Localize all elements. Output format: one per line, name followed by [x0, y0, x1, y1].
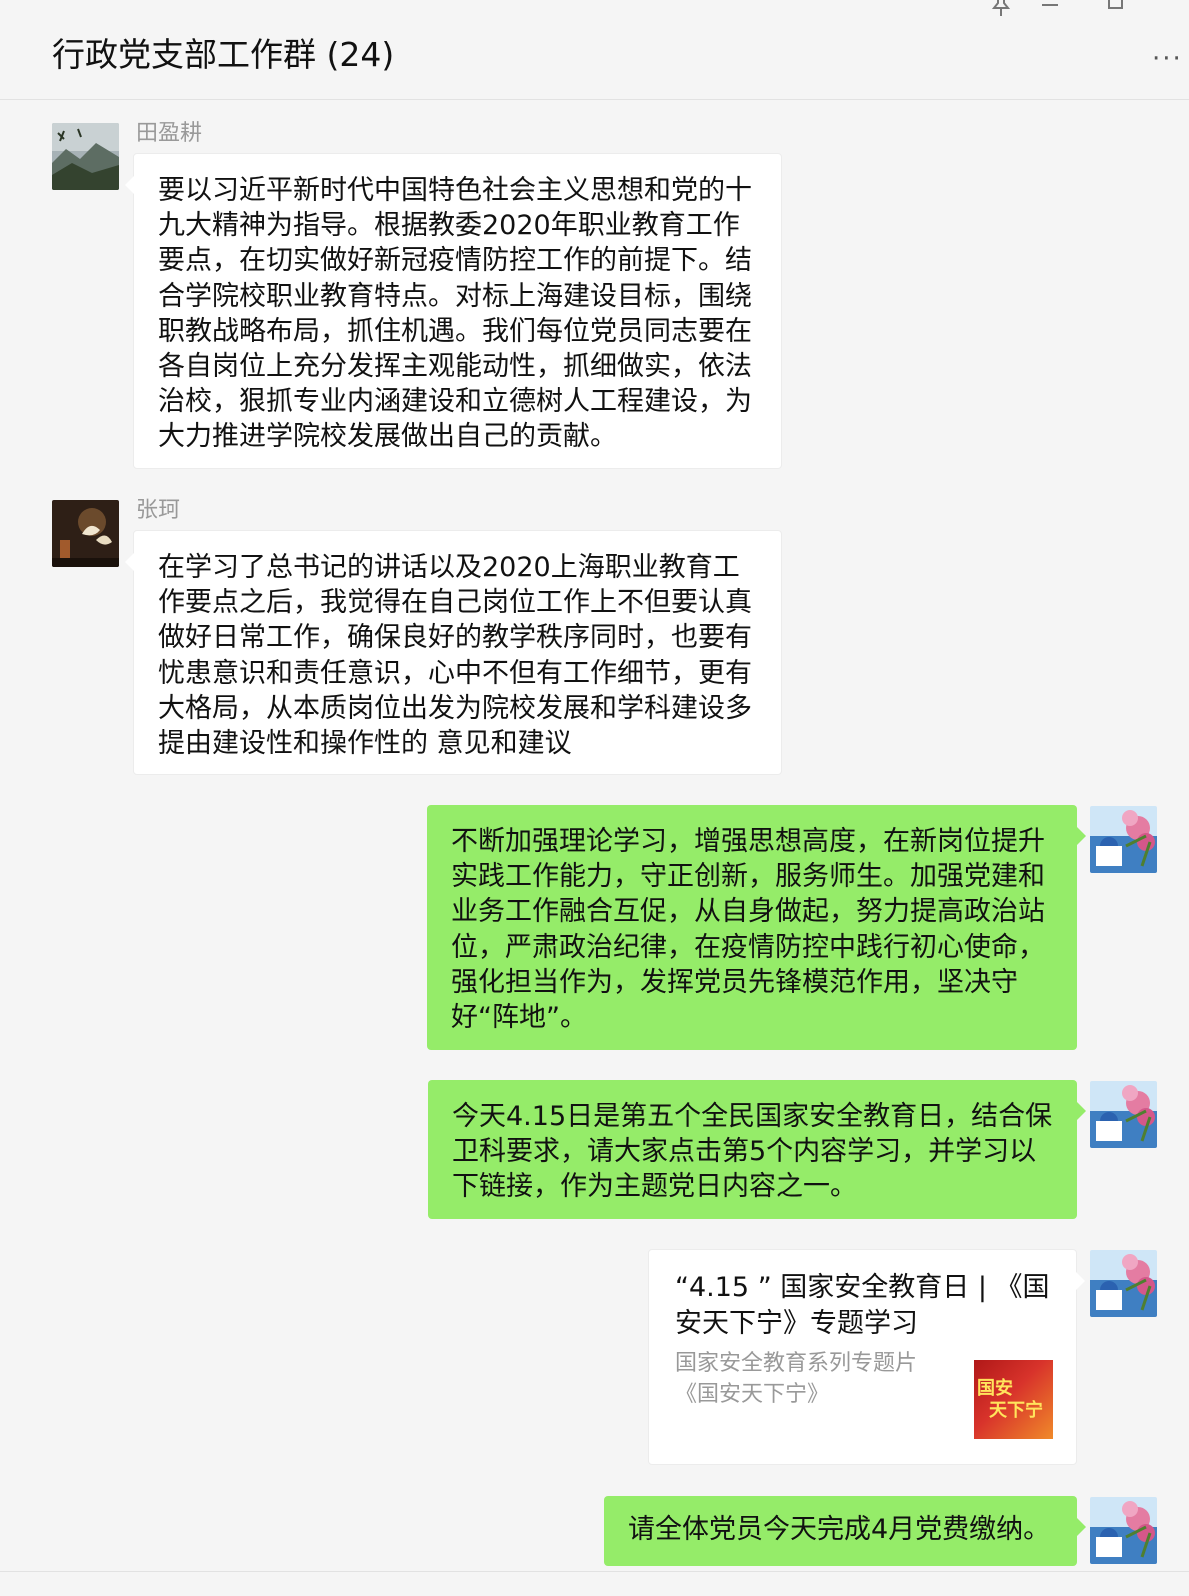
sender-avatar[interactable]	[52, 123, 119, 190]
more-options-button[interactable]: ···	[1152, 44, 1183, 74]
message-bubble[interactable]: 今天4.15日是第五个全民国家安全教育日，结合保卫科要求，请大家点击第5个内容学…	[428, 1080, 1086, 1219]
message-bubble[interactable]: 请全体党员今天完成4月党费缴纳。	[604, 1496, 1086, 1566]
input-toolbar[interactable]	[0, 1571, 1189, 1596]
maximize-icon[interactable]	[1108, 0, 1123, 9]
link-card[interactable]: “4.15 ” 国家安全教育日 | 《国安天下宁》专题学习 国家安全教育系列专题…	[648, 1249, 1085, 1465]
my-avatar[interactable]	[1090, 806, 1157, 873]
link-title: “4.15 ” 国家安全教育日 | 《国安天下宁》专题学习	[675, 1272, 1050, 1339]
my-avatar[interactable]	[1090, 1081, 1157, 1148]
message-bubble[interactable]: 不断加强理论学习，增强思想高度，在新岗位提升实践工作能力，守正创新，服务师生。加…	[427, 805, 1086, 1050]
link-thumbnail: 国安 天下宁	[974, 1360, 1053, 1439]
message-list[interactable]: 田盈耕 要以习近平新时代中国特色社会主义思想和党的十九大精神为指导。根据教委20…	[0, 101, 1189, 1571]
message-bubble[interactable]: 在学习了总书记的讲话以及2020上海职业教育工作要点之后，我觉得在自己岗位工作上…	[125, 530, 782, 775]
my-avatar[interactable]	[1090, 1250, 1157, 1317]
thumbnail-text: 天下宁	[989, 1400, 1043, 1421]
link-description: 国家安全教育系列专题片《国安天下宁》	[675, 1351, 918, 1407]
chat-title: 行政党支部工作群 (24)	[52, 35, 395, 74]
sender-name: 张珂	[136, 498, 181, 523]
message-bubble[interactable]: 要以习近平新时代中国特色社会主义思想和党的十九大精神为指导。根据教委2020年职…	[125, 153, 782, 469]
sender-name: 田盈耕	[136, 121, 203, 146]
sender-avatar[interactable]	[52, 500, 119, 567]
thumbnail-text: 国安	[977, 1378, 1013, 1399]
chat-window: 行政党支部工作群 (24) ··· 田盈耕 要以习近平新时代中国特色社会主义思想…	[0, 0, 1189, 1596]
my-avatar[interactable]	[1090, 1497, 1157, 1564]
minimize-icon[interactable]	[1042, 4, 1058, 6]
title-bar: 行政党支部工作群 (24) ···	[0, 0, 1189, 100]
pin-icon[interactable]	[990, 0, 1012, 22]
